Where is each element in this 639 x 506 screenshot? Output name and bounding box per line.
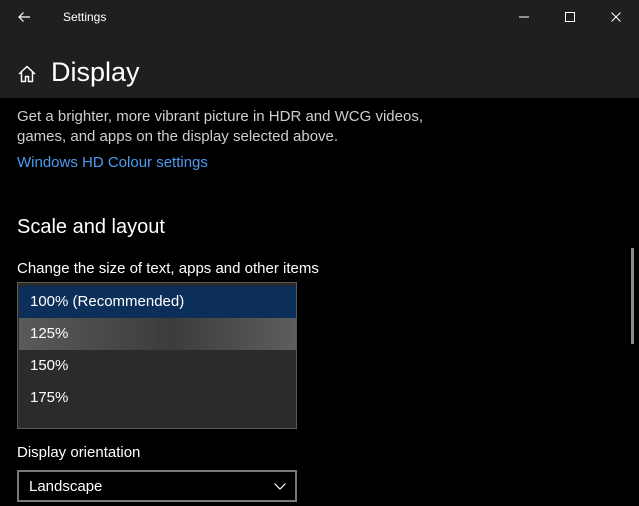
page-title: Display	[51, 57, 140, 87]
scale-option-100[interactable]: 100% (Recommended)	[19, 286, 296, 318]
minimize-button[interactable]	[501, 0, 547, 34]
scale-option-175[interactable]: 175%	[19, 382, 296, 414]
chevron-down-icon	[274, 483, 286, 490]
size-label: Change the size of text, apps and other …	[17, 260, 319, 277]
back-arrow-icon	[18, 12, 30, 22]
maximize-icon	[565, 12, 575, 22]
home-icon[interactable]	[17, 64, 37, 84]
scale-dropdown-list[interactable]: 100% (Recommended) 125% 150% 175%	[17, 282, 297, 429]
page-header: Display	[0, 34, 639, 98]
title-bar: Settings	[0, 0, 639, 34]
back-button[interactable]	[10, 4, 38, 30]
orientation-value: Landscape	[29, 478, 103, 495]
close-icon	[611, 12, 621, 22]
window-title: Settings	[63, 10, 107, 24]
minimize-icon	[519, 16, 529, 18]
orientation-label: Display orientation	[17, 444, 141, 461]
hdr-description: Get a brighter, more vibrant picture in …	[17, 108, 423, 145]
maximize-button[interactable]	[547, 0, 593, 34]
close-button[interactable]	[593, 0, 639, 34]
orientation-select[interactable]: Landscape	[17, 470, 297, 502]
scale-option-150[interactable]: 150%	[19, 350, 296, 382]
scrollbar[interactable]	[631, 248, 634, 344]
windows-hd-colour-settings-link[interactable]: Windows HD Colour settings	[17, 153, 208, 173]
scale-option-125[interactable]: 125%	[19, 318, 296, 350]
section-heading-scale-and-layout: Scale and layout	[17, 216, 165, 238]
